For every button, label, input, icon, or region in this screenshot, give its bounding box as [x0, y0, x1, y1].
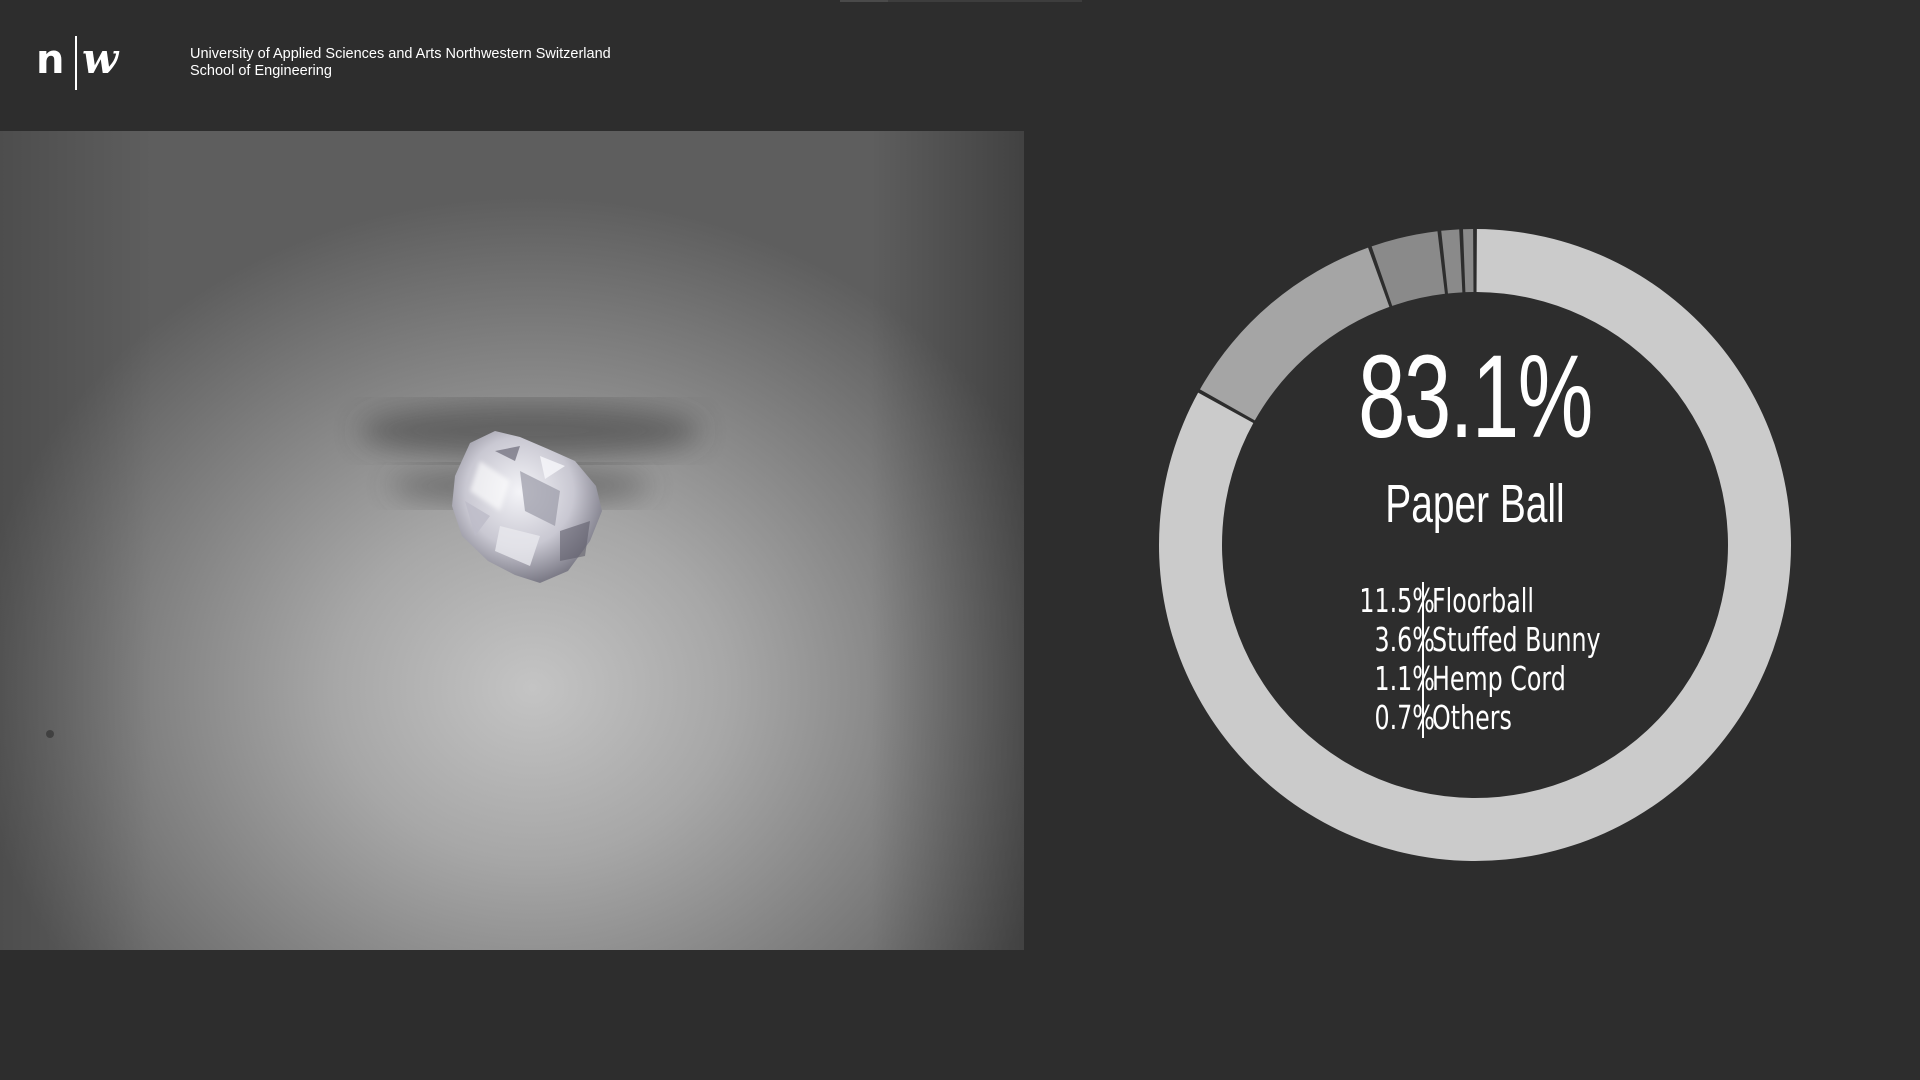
camera-feed — [0, 131, 1024, 950]
other-class-label: Floorball — [1432, 581, 1534, 620]
other-class-percent: 3.6% — [1374, 620, 1435, 659]
top-progress-segment — [840, 0, 888, 2]
classification-donut-chart: 83.1% Paper Ball 11.5% Floorball 3.6% St… — [1150, 220, 1800, 870]
other-class-label: Others — [1432, 698, 1512, 737]
list-item: 0.7% Others — [1150, 699, 1800, 737]
logo-letter-w: w — [82, 34, 119, 83]
institution-name-line2: School of Engineering — [190, 63, 332, 79]
camera-feed-image — [46, 403, 700, 738]
paper-ball — [452, 431, 602, 583]
top-class-percent: 83.1% — [1358, 331, 1593, 463]
other-classes-list: 11.5% Floorball 3.6% Stuffed Bunny 1.1% … — [1150, 582, 1800, 742]
logo-letter-n: n — [36, 37, 65, 83]
other-class-percent: 11.5% — [1359, 581, 1435, 620]
institution-logo: n w University of Applied Sciences and A… — [36, 36, 611, 90]
top-progress-strip — [840, 0, 1082, 2]
donut-slice-hemp-cord — [1441, 229, 1463, 294]
donut-slice-others — [1463, 229, 1474, 293]
other-class-label: Stuffed Bunny — [1432, 620, 1601, 659]
logo-divider — [75, 36, 77, 90]
list-item: 11.5% Floorball — [1150, 582, 1800, 620]
donut-svg — [1159, 229, 1791, 862]
list-item: 1.1% Hemp Cord — [1150, 660, 1800, 698]
fhnw-logo-mark: n w — [36, 36, 130, 90]
other-class-percent: 1.1% — [1374, 659, 1435, 698]
institution-name: University of Applied Sciences and Arts … — [190, 46, 611, 80]
other-class-percent: 0.7% — [1374, 698, 1435, 737]
top-class-label: Paper Ball — [1385, 474, 1565, 534]
institution-name-line1: University of Applied Sciences and Arts … — [190, 46, 611, 62]
other-class-label: Hemp Cord — [1432, 659, 1566, 698]
list-item: 3.6% Stuffed Bunny — [1150, 621, 1800, 659]
